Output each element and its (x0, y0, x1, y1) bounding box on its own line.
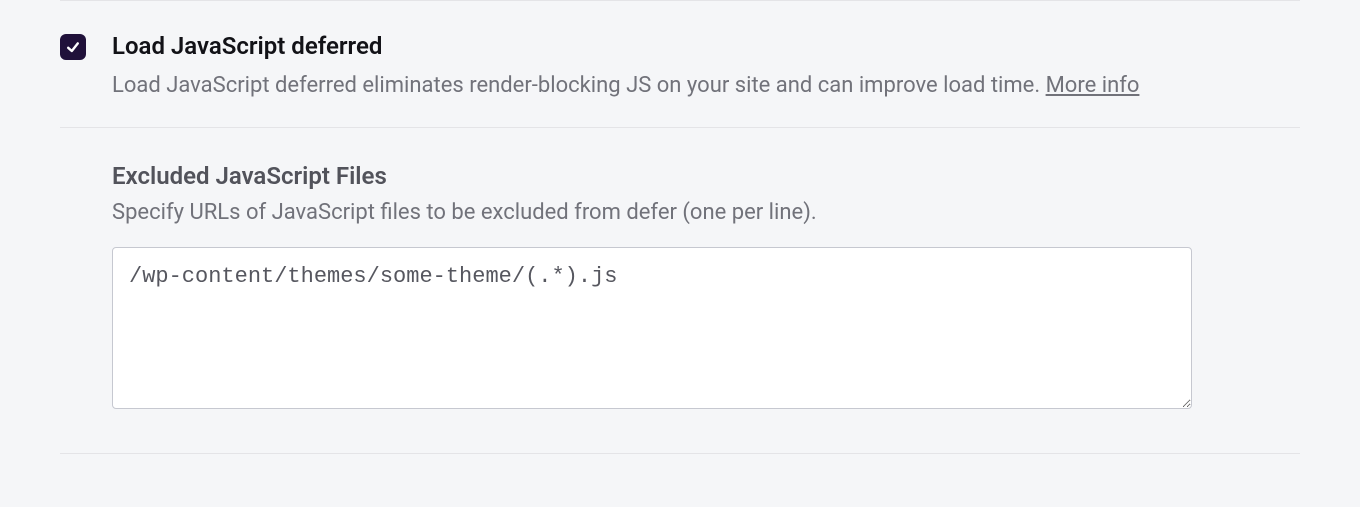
option-description-text: Load JavaScript deferred eliminates rend… (112, 73, 1046, 98)
settings-panel: Load JavaScript deferred Load JavaScript… (0, 0, 1360, 466)
option-title: Load JavaScript deferred (112, 31, 1300, 61)
check-icon (65, 39, 81, 55)
option-load-js-deferred: Load JavaScript deferred Load JavaScript… (60, 1, 1300, 127)
load-deferred-checkbox[interactable] (60, 34, 86, 60)
more-info-link[interactable]: More info (1046, 73, 1140, 98)
option-text-column: Load JavaScript deferred Load JavaScript… (112, 31, 1300, 101)
excluded-js-textarea[interactable] (112, 247, 1192, 409)
excluded-description: Specify URLs of JavaScript files to be e… (112, 200, 1300, 225)
option-description: Load JavaScript deferred eliminates rend… (112, 71, 1300, 101)
excluded-js-section: Excluded JavaScript Files Specify URLs o… (60, 128, 1300, 453)
excluded-title: Excluded JavaScript Files (112, 162, 1300, 190)
